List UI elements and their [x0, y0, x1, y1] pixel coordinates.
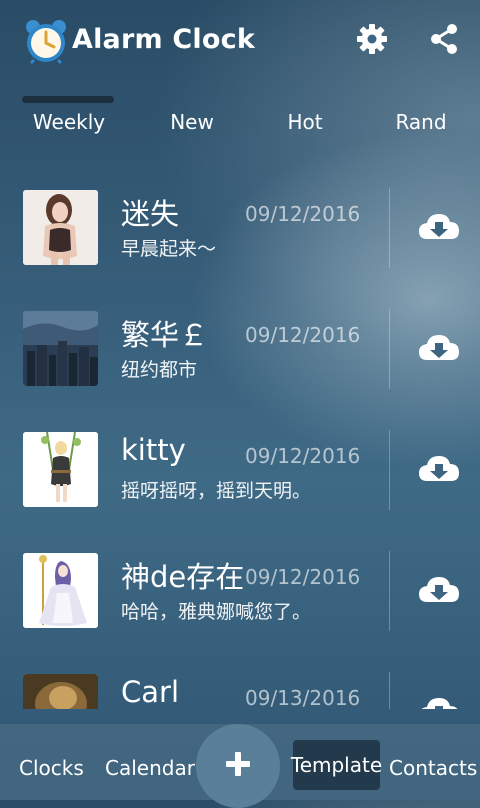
item-title: 繁华￡: [121, 318, 209, 352]
item-subtitle: 早晨起来～: [121, 238, 217, 260]
share-button[interactable]: [425, 22, 463, 60]
item-title: 神de存在: [121, 560, 245, 594]
item-title: kitty: [121, 433, 186, 467]
category-tabs: Weekly New Hot Rand: [0, 94, 480, 144]
item-thumbnail: [23, 553, 98, 628]
list-item[interactable]: 神de存在 09/12/2016 哈哈，雅典娜喊您了。: [0, 531, 480, 652]
item-subtitle: 哈哈，雅典娜喊您了。: [121, 601, 312, 623]
cloud-download-icon: [418, 456, 460, 489]
nav-template-label: Template: [290, 753, 383, 777]
item-divider: [389, 430, 390, 510]
item-divider: [389, 309, 390, 389]
add-button[interactable]: [196, 724, 280, 808]
share-icon: [428, 23, 460, 59]
item-date: 09/13/2016: [245, 686, 361, 709]
item-subtitle: 摇呀摇呀，摇到天明。: [121, 480, 312, 502]
item-divider: [389, 551, 390, 631]
item-thumbnail: [23, 432, 98, 507]
tab-indicator: [22, 96, 114, 103]
tab-new[interactable]: New: [137, 110, 247, 134]
app-title: Alarm Clock: [72, 24, 255, 55]
list-item[interactable]: Carl 09/13/2016: [0, 652, 480, 709]
item-subtitle: 纽约都市: [121, 359, 198, 381]
list-item[interactable]: 繁华￡ 09/12/2016 纽约都市: [0, 289, 480, 410]
tab-rand[interactable]: Rand: [366, 110, 476, 134]
template-list: 迷失 09/12/2016 早晨起来～ 繁华￡ 09/12/2016 纽约都市 …: [0, 168, 480, 709]
item-thumbnail: [23, 190, 98, 265]
download-button[interactable]: [418, 574, 460, 606]
item-date: 09/12/2016: [245, 565, 361, 589]
download-button[interactable]: [418, 211, 460, 243]
item-thumbnail: [23, 674, 98, 709]
item-divider: [389, 672, 390, 709]
app-header: Alarm Clock: [0, 0, 480, 86]
list-item[interactable]: kitty 09/12/2016 摇呀摇呀，摇到天明。: [0, 410, 480, 531]
nav-calendar[interactable]: Calendar: [105, 756, 195, 780]
item-date: 09/12/2016: [245, 323, 361, 347]
item-date: 09/12/2016: [245, 202, 361, 226]
item-title: 迷失: [121, 197, 180, 231]
nav-template[interactable]: Template: [290, 740, 383, 790]
nav-clocks[interactable]: Clocks: [19, 756, 84, 780]
list-item[interactable]: 迷失 09/12/2016 早晨起来～: [0, 168, 480, 289]
cloud-download-icon: [418, 335, 460, 368]
plus-icon: [225, 751, 251, 781]
item-thumbnail: [23, 311, 98, 386]
download-button[interactable]: [418, 695, 460, 709]
cloud-download-icon: [418, 214, 460, 247]
alarm-clock-icon: [24, 18, 68, 65]
item-date: 09/12/2016: [245, 444, 361, 468]
settings-button[interactable]: [353, 22, 391, 60]
item-title: Carl: [121, 675, 179, 709]
cloud-download-icon: [418, 577, 460, 610]
item-divider: [389, 188, 390, 268]
download-button[interactable]: [418, 332, 460, 364]
tab-weekly[interactable]: Weekly: [14, 110, 124, 134]
gear-icon: [356, 23, 388, 59]
tab-hot[interactable]: Hot: [250, 110, 360, 134]
download-button[interactable]: [418, 453, 460, 485]
nav-contacts[interactable]: Contacts: [389, 756, 477, 780]
